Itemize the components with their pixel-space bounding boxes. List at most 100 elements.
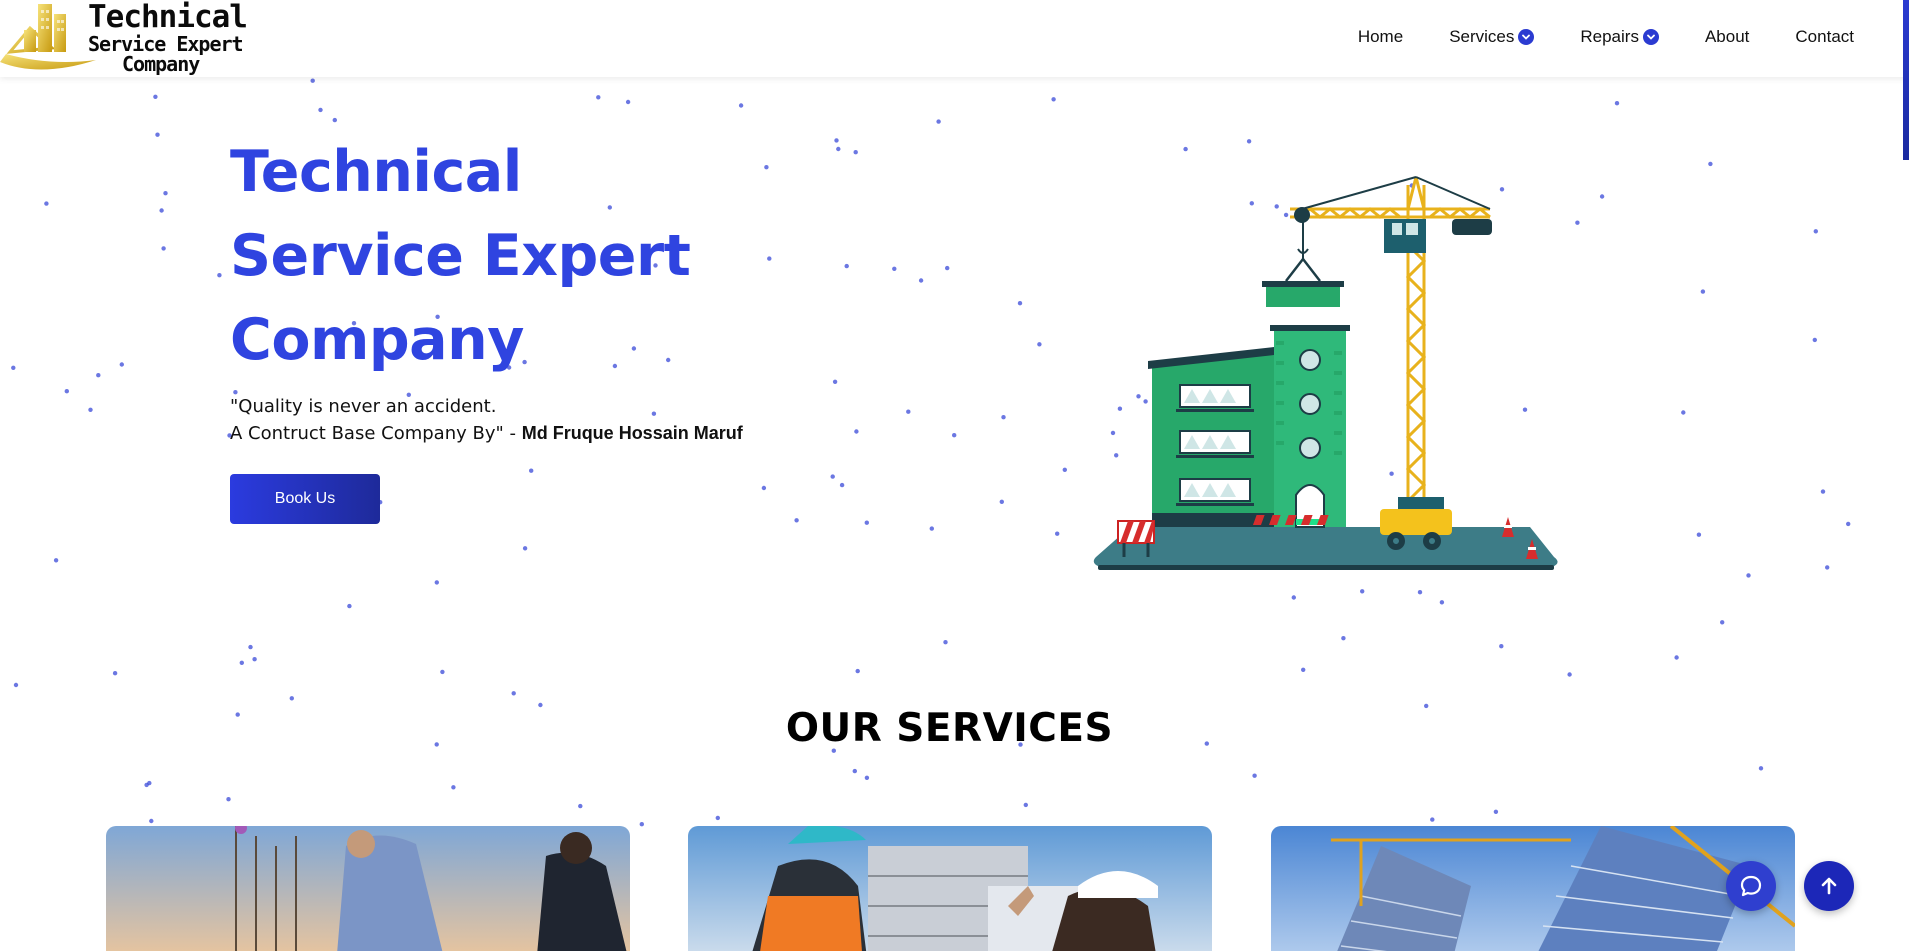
skyscraper-photo (1271, 826, 1795, 951)
particle-dot (112, 671, 118, 676)
particle-dot (1341, 636, 1346, 641)
particle-dot (239, 660, 244, 665)
service-card-2[interactable] (688, 826, 1212, 951)
particle-dot (918, 278, 924, 283)
particle-dot (53, 558, 59, 563)
particle-dot (88, 407, 93, 412)
particle-dot (1614, 101, 1620, 106)
particle-dot (864, 775, 870, 780)
particle-dot (1062, 467, 1068, 472)
particle-dot (159, 208, 164, 213)
particle-dot (844, 263, 849, 269)
particle-dot (639, 822, 644, 827)
particle-dot (1758, 766, 1764, 771)
particle-dot (13, 682, 19, 688)
particle-dot (952, 433, 957, 438)
particle-dot (434, 580, 439, 585)
particle-dot (1820, 489, 1826, 494)
particle-dot (836, 146, 841, 152)
particle-dot (1301, 667, 1306, 672)
logo-emblem-icon (0, 4, 96, 70)
particle-dot (289, 696, 294, 701)
particle-dot (1674, 655, 1679, 660)
site-header: Technical Service Expert Company Home Se… (0, 0, 1909, 77)
particle-dot (64, 389, 70, 394)
particle-dot (149, 818, 154, 824)
particle-dot (144, 782, 149, 788)
particle-dot (1023, 802, 1028, 808)
nav-home[interactable]: Home (1358, 27, 1403, 47)
services-heading: OUR SERVICES (785, 706, 1114, 751)
particle-dot (1017, 301, 1023, 306)
particle-dot (1813, 229, 1819, 234)
nav-home-label: Home (1357, 27, 1404, 46)
particle-dot (155, 132, 160, 137)
nav-contact-label: Contact (1795, 27, 1854, 46)
particle-dot (1493, 809, 1499, 814)
service-card-1[interactable] (106, 826, 630, 951)
particle-dot (1417, 590, 1423, 595)
particle-dot (440, 669, 445, 675)
engineers-photo (106, 826, 630, 951)
particle-dot (248, 644, 253, 650)
particle-dot (44, 201, 49, 206)
particle-dot (318, 107, 323, 113)
particle-dot (738, 103, 744, 108)
nav-contact[interactable]: Contact (1795, 27, 1854, 47)
particle-dot (1575, 220, 1580, 225)
particle-dot (1246, 139, 1252, 144)
particle-dot (1499, 644, 1504, 649)
particle-dot (830, 474, 835, 479)
particle-dot (794, 518, 799, 523)
particle-dot (864, 520, 869, 525)
particle-dot (217, 273, 222, 278)
chat-bubble-icon (1740, 875, 1762, 897)
construction-illustration (1093, 176, 1558, 570)
company-logo[interactable]: Technical Service Expert Company (0, 0, 248, 74)
particle-dot (906, 409, 911, 414)
book-us-button[interactable]: Book Us (230, 474, 380, 524)
particle-dot (511, 691, 516, 696)
particle-dot (1252, 773, 1257, 778)
particle-dot (715, 815, 720, 821)
particle-dot (943, 640, 948, 645)
particle-dot (451, 785, 456, 790)
particle-dot (147, 780, 152, 786)
particle-dot (625, 99, 631, 105)
nav-services-label: Services (1449, 27, 1515, 46)
particle-dot (936, 119, 941, 124)
particle-dot (832, 379, 838, 384)
particle-dot (332, 117, 337, 123)
nav-about[interactable]: About (1705, 27, 1749, 47)
particle-dot (1037, 342, 1042, 347)
particle-dot (1681, 410, 1686, 415)
logo-line-3: Company (122, 52, 200, 76)
particle-dot (945, 265, 950, 271)
scroll-to-top-button[interactable] (1804, 861, 1854, 911)
particle-dot (854, 429, 859, 434)
particle-dot (1183, 146, 1188, 152)
particle-dot (119, 362, 125, 367)
particle-dot (163, 191, 168, 196)
particle-dot (1055, 531, 1060, 536)
particle-dot (161, 246, 166, 251)
nav-services[interactable]: Services (1449, 27, 1535, 47)
particle-dot (999, 499, 1004, 504)
particle-dot (1567, 672, 1572, 677)
hero-title: Technical Service Expert Company (230, 130, 830, 382)
nav-repairs[interactable]: Repairs (1580, 27, 1659, 47)
hero-quote: "Quality is never an accident. A Contruc… (230, 393, 743, 447)
particle-dot (153, 94, 158, 100)
service-card-3[interactable] (1271, 826, 1795, 951)
particle-dot (1700, 289, 1706, 294)
particle-dot (11, 365, 16, 370)
chevron-down-icon (1518, 29, 1535, 45)
particle-dot (853, 150, 858, 155)
particle-dot (929, 526, 934, 531)
chat-button[interactable] (1726, 861, 1776, 911)
quote-author: Md Fruque Hossain Maruf (521, 423, 743, 443)
scrollbar-thumb[interactable] (1903, 0, 1909, 160)
particle-dot (852, 768, 857, 774)
nav-about-label: About (1704, 27, 1750, 46)
particle-dot (252, 657, 257, 662)
